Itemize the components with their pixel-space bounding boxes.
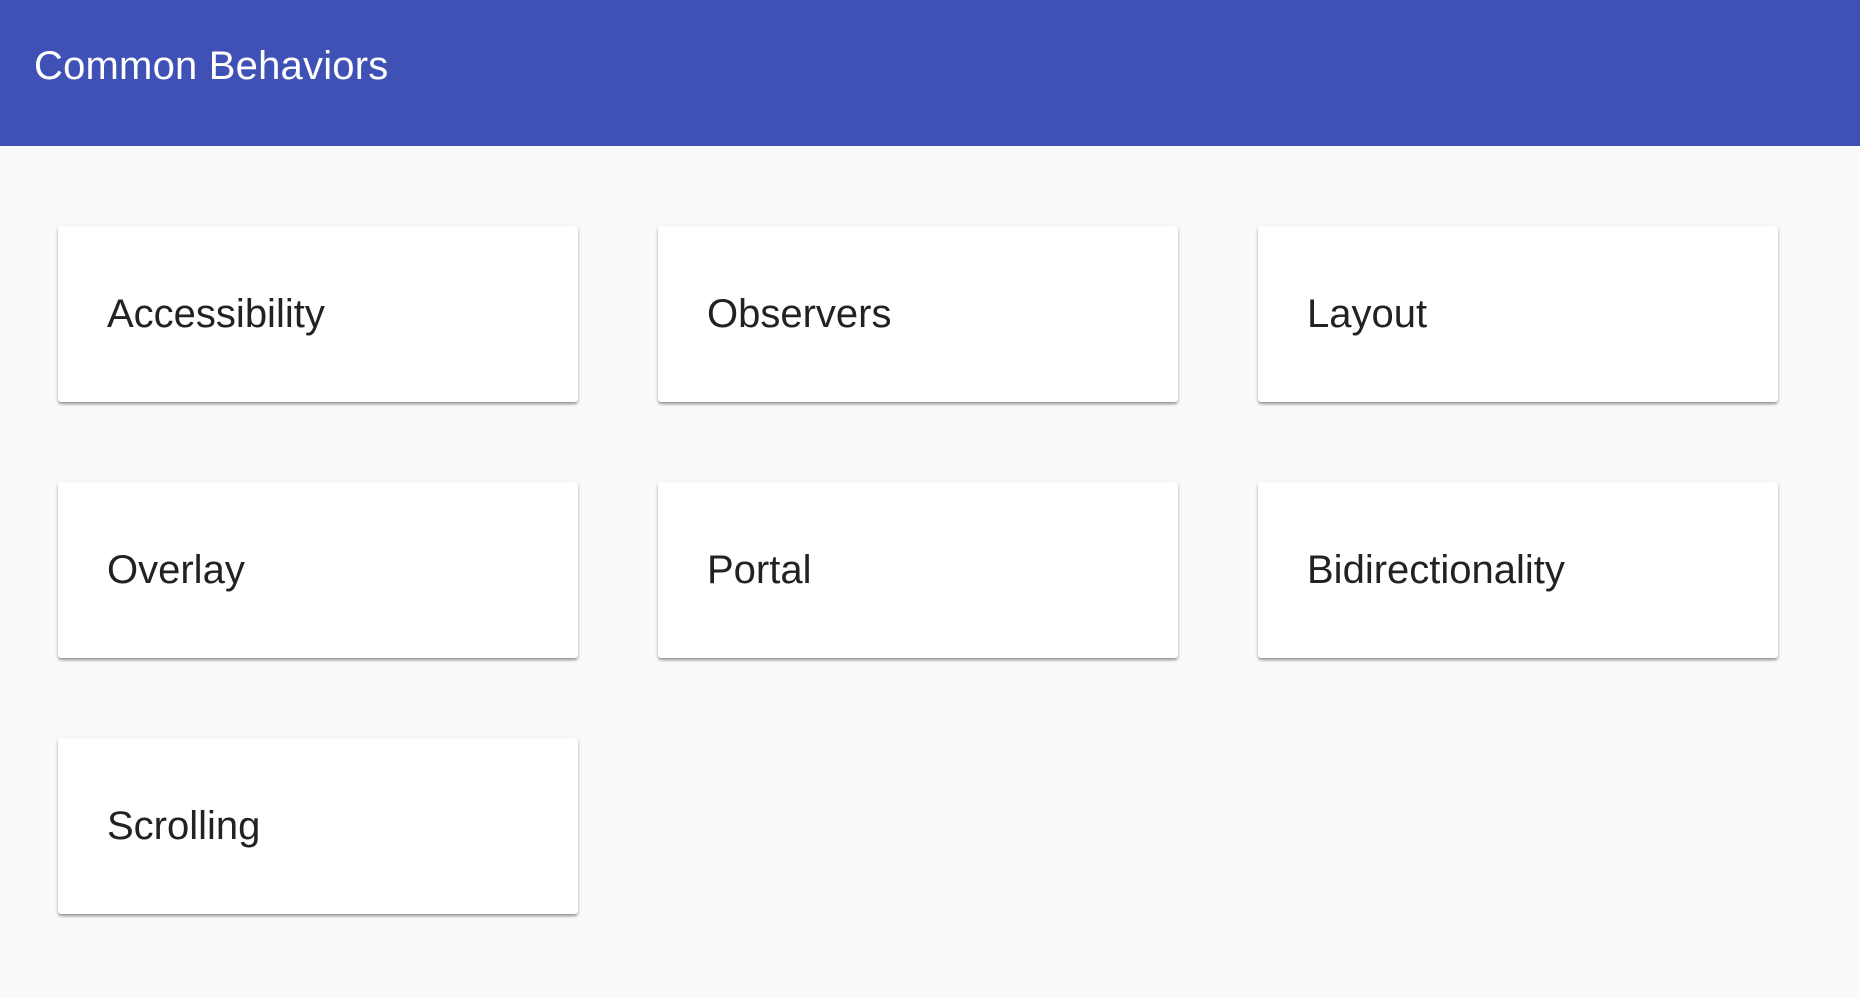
card-scrolling[interactable]: Scrolling (58, 738, 578, 914)
page-title: Common Behaviors (34, 43, 389, 88)
card-label: Observers (707, 291, 892, 336)
card-label: Portal (707, 547, 812, 592)
card-overlay[interactable]: Overlay (58, 482, 578, 658)
card-bidirectionality[interactable]: Bidirectionality (1258, 482, 1778, 658)
card-label: Overlay (107, 547, 245, 592)
card-label: Layout (1307, 291, 1428, 336)
card-label: Bidirectionality (1307, 547, 1565, 592)
card-layout[interactable]: Layout (1258, 226, 1778, 402)
card-observers[interactable]: Observers (658, 226, 1178, 402)
card-grid: Accessibility Observers Layout Overlay P… (0, 146, 1860, 998)
app-toolbar: Common Behaviors (0, 0, 1860, 146)
card-accessibility[interactable]: Accessibility (58, 226, 578, 402)
card-label: Accessibility (107, 291, 325, 336)
card-label: Scrolling (107, 803, 261, 848)
card-portal[interactable]: Portal (658, 482, 1178, 658)
